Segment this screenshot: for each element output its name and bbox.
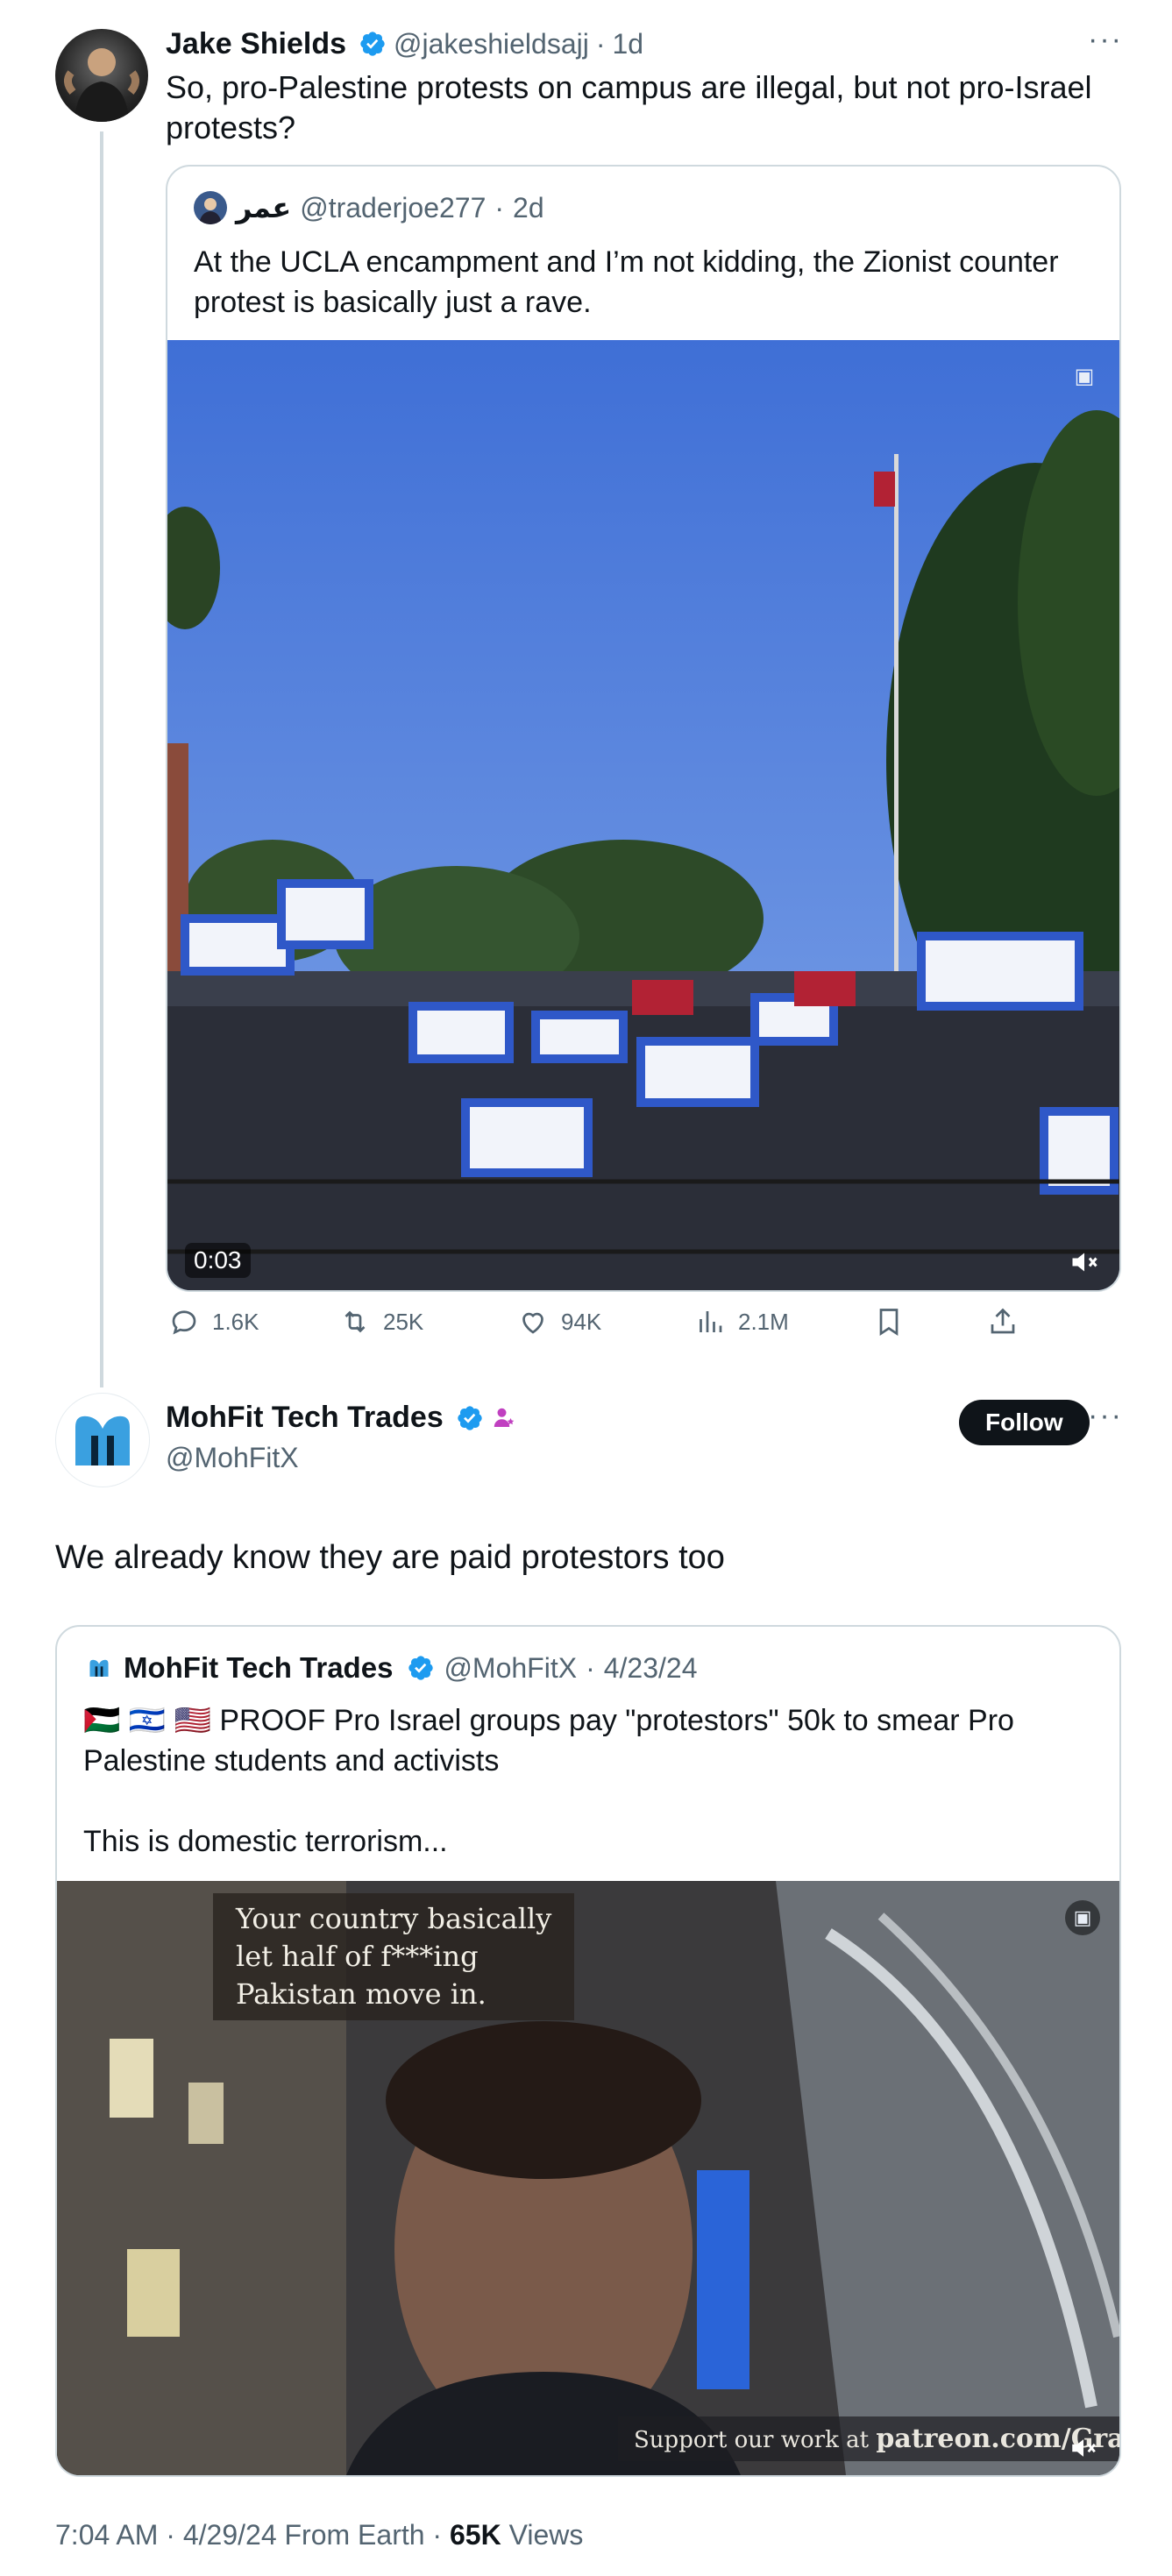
meta-separator: · [595, 27, 606, 60]
views-button[interactable]: 2.1M [694, 1306, 789, 1338]
verified-badge-icon [458, 1405, 482, 1430]
mute-icon[interactable] [1069, 2433, 1098, 2463]
like-count: 94K [561, 1308, 602, 1335]
quote1-video[interactable]: ▣ 0:03 [167, 340, 1119, 1290]
quote-card-2[interactable]: MohFit Tech Trades @MohFitX · 4/23/24 🇵🇸… [55, 1625, 1121, 2477]
quote2-header: MohFit Tech Trades @MohFitX · 4/23/24 [83, 1651, 697, 1685]
verified-badge-icon [360, 32, 385, 56]
bookmark-icon [879, 1309, 899, 1337]
video-caption: Your country basically let half of f***i… [213, 1893, 575, 2020]
like-button[interactable]: 94K [517, 1306, 601, 1338]
tweet1-more-options-icon[interactable]: ··· [1088, 23, 1123, 57]
repost-count: 25K [383, 1308, 424, 1335]
tweet2-handle[interactable]: @MohFitX [166, 1442, 299, 1474]
reply-count: 1.6K [212, 1308, 259, 1335]
avatar-person-icon [64, 48, 139, 122]
caption-line-1: Your country basically [236, 1902, 552, 1935]
post-views-label: Views [508, 2519, 584, 2551]
media-sensitive-icon[interactable]: ▣ [1070, 363, 1098, 391]
flag-emojis: 🇵🇸 🇮🇱 🇺🇸 [83, 1704, 211, 1737]
post-time[interactable]: 7:04 AM [55, 2519, 158, 2551]
tweet2-footer: 7:04 AM · 4/29/24 From Earth · 65K Views [55, 2519, 583, 2551]
subscriber-badge-icon [494, 1408, 514, 1427]
quote1-header: عمر @traderjoe277 · 2d [194, 191, 544, 224]
rally-scene-image [167, 340, 1119, 1290]
mute-icon[interactable] [1069, 1246, 1100, 1278]
quote1-avatar[interactable] [194, 191, 227, 224]
caption-line-3: Pakistan move in. [236, 1977, 487, 2011]
thread-connector-line [100, 131, 103, 1387]
caption-line-2: let half of f***ing [236, 1940, 479, 1973]
tweet1-text: So, pro-Palestine protests on campus are… [166, 69, 1092, 145]
mohfit-logo-icon [75, 1416, 130, 1465]
meta-separator: · [586, 1651, 595, 1684]
video-watermark: Support our work at patreon.com/Grayzone [618, 2416, 1119, 2461]
video-duration: 0:03 [185, 1243, 251, 1278]
repost-icon [344, 1310, 366, 1333]
quote1-time[interactable]: 2d [513, 192, 544, 224]
meta-separator: · [494, 191, 505, 224]
quote-card-1[interactable]: عمر @traderjoe277 · 2d At the UCLA encam… [166, 165, 1121, 1292]
quote2-time[interactable]: 4/23/24 [604, 1652, 698, 1685]
avatar-person-icon [199, 198, 222, 224]
quote2-video[interactable]: Your country basically let half of f***i… [57, 1881, 1119, 2475]
bookmark-button[interactable] [873, 1306, 905, 1338]
avatar-jake-shields[interactable] [55, 29, 148, 122]
tweet2-text: We already know they are paid protestors… [55, 1539, 725, 1576]
heart-icon [522, 1312, 543, 1334]
quote2-handle[interactable]: @MohFitX [444, 1652, 577, 1685]
quote2-avatar[interactable] [83, 1652, 115, 1684]
tweet1-header: Jake Shields @jakeshieldsajj · 1d [166, 25, 643, 63]
media-sensitive-icon[interactable]: ▣ [1065, 1900, 1100, 1935]
views-chart-icon [700, 1311, 722, 1332]
tweet1-handle[interactable]: @jakeshieldsajj [394, 28, 589, 60]
repost-button[interactable]: 25K [339, 1306, 423, 1338]
verified-badge-icon [408, 1656, 434, 1680]
quote2-author-name[interactable]: MohFit Tech Trades [124, 1651, 393, 1685]
share-icon [991, 1308, 1015, 1334]
quote1-handle[interactable]: @traderjoe277 [300, 192, 486, 224]
watermark-prefix: Support our work at [634, 2427, 877, 2453]
follow-button[interactable]: Follow [959, 1400, 1090, 1445]
post-date[interactable]: 4/29/24 [183, 2519, 277, 2551]
quote1-text: At the UCLA encampment and I’m not kiddi… [194, 245, 1059, 319]
quote2-text-second: This is domestic terrorism... [83, 1825, 448, 1858]
views-count: 2.1M [738, 1308, 789, 1335]
post-views-count: 65K [449, 2519, 501, 2551]
avatar-mohfit[interactable] [55, 1393, 150, 1487]
meta-separator: · [432, 2519, 443, 2551]
reply-button[interactable]: 1.6K [168, 1306, 259, 1338]
tweet2-header: MohFit Tech Trades [166, 1401, 517, 1435]
tweet1-time[interactable]: 1d [612, 28, 643, 60]
quote2-text-main: PROOF Pro Israel groups pay "protestors"… [83, 1704, 1014, 1778]
share-button[interactable] [987, 1306, 1019, 1338]
quote1-author-name[interactable]: عمر [236, 191, 291, 224]
reply-icon [172, 1310, 196, 1335]
meta-separator: · [166, 2519, 175, 2551]
tweet2-more-options-icon[interactable]: ··· [1088, 1399, 1123, 1433]
mohfit-logo-icon [89, 1659, 109, 1677]
tweet2-author-name[interactable]: MohFit Tech Trades [166, 1401, 444, 1435]
post-location: From Earth [284, 2519, 425, 2551]
quote2-text: 🇵🇸 🇮🇱 🇺🇸 PROOF Pro Israel groups pay "pr… [83, 1700, 1074, 1781]
tweet1-author-name[interactable]: Jake Shields [166, 27, 346, 61]
